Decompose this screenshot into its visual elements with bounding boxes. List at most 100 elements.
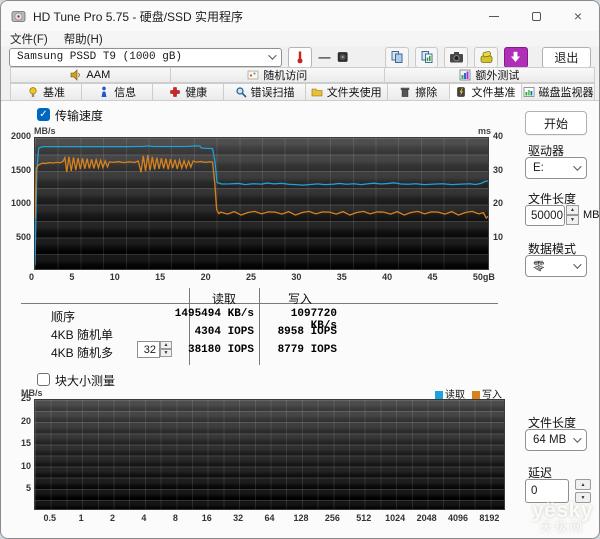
temperature-value: —: [318, 50, 331, 64]
axis-tick: 16: [191, 513, 222, 523]
bulb-icon: [27, 86, 39, 98]
tab-error-scan[interactable]: 错误扫描: [223, 83, 306, 100]
tab-label: 信息: [114, 84, 136, 100]
block-size-series: [35, 400, 504, 509]
transfer-speed-checkbox[interactable]: ✓: [37, 108, 50, 121]
axis-tick: 1000: [3, 198, 31, 208]
copy-icon: [390, 50, 404, 64]
start-button[interactable]: 开始: [525, 111, 587, 135]
tab-health[interactable]: 健康: [152, 83, 224, 100]
transfer-speed-chart: [34, 137, 489, 270]
spinner-down-icon[interactable]: ▼: [575, 492, 591, 503]
tab-label: 文件基准: [471, 84, 515, 100]
tab-random-access[interactable]: 随机访问: [170, 67, 385, 83]
info-icon: [98, 86, 110, 98]
tab-extra-tests[interactable]: 额外测试: [384, 67, 595, 83]
tab-benchmark[interactable]: 基准: [10, 83, 82, 100]
tab-aam[interactable]: AAM: [10, 67, 171, 83]
data-mode-dropdown[interactable]: 零: [525, 255, 587, 277]
axis-tick: 128: [285, 513, 316, 523]
random-single-write-value: 8958 IOPS: [263, 326, 337, 338]
table-row-label-sequential: 顺序: [51, 308, 75, 325]
window-title: HD Tune Pro 5.75 - 硬盘/SSD 实用程序: [33, 8, 243, 25]
axis-tick: 256: [317, 513, 348, 523]
transfer-speed-series: [35, 138, 488, 269]
extra-tests-icon: [459, 69, 471, 81]
axis-tick: 15: [9, 438, 31, 448]
maximize-icon: [532, 12, 541, 21]
axis-tick: 8: [160, 513, 191, 523]
menu-bar: 文件(F) 帮助(H): [1, 31, 599, 46]
tab-label: 额外测试: [475, 67, 519, 83]
close-icon: ×: [574, 9, 582, 23]
drive-dropdown[interactable]: E:: [525, 157, 587, 179]
tab-row-secondary: AAM 随机访问 额外测试: [10, 67, 594, 83]
tab-disk-monitor[interactable]: 磁盘监视器: [521, 83, 595, 100]
tab-label: 错误扫描: [251, 84, 295, 100]
table-header-read: 读取: [190, 290, 258, 307]
copy-image-button[interactable]: [415, 47, 439, 68]
drive-select-combo[interactable]: Samsung PSSD T9 (1000 gB): [9, 48, 282, 67]
spinner-down-icon[interactable]: ▼: [566, 215, 579, 225]
menu-help[interactable]: 帮助(H): [64, 31, 103, 47]
tab-folder-usage[interactable]: 文件夹使用: [305, 83, 388, 100]
tab-label: 磁盘监视器: [539, 84, 594, 100]
file-length-spinner[interactable]: ▲ ▼: [566, 205, 579, 225]
spinner-up-icon[interactable]: ▲: [575, 479, 591, 490]
disk-monitor-icon: [523, 86, 535, 98]
maximize-button[interactable]: [515, 1, 557, 31]
data-mode-value: 零: [533, 258, 545, 274]
axis-tick: 30: [291, 272, 301, 282]
exit-button[interactable]: 退出: [542, 47, 591, 68]
title-bar: HD Tune Pro 5.75 - 硬盘/SSD 实用程序 ×: [1, 1, 599, 31]
tab-info[interactable]: 信息: [81, 83, 153, 100]
axis-tick: 15: [155, 272, 165, 282]
axis-tick: 20: [493, 198, 511, 208]
axis-tick: 8192: [474, 513, 505, 523]
screenshot-button[interactable]: [444, 47, 468, 68]
app-window: HD Tune Pro 5.75 - 硬盘/SSD 实用程序 × 文件(F) 帮…: [0, 0, 600, 539]
tab-erase[interactable]: 擦除: [387, 83, 450, 100]
tab-label: 随机访问: [263, 67, 307, 83]
top-chart-y-unit-right: ms: [478, 126, 491, 136]
save-button[interactable]: [474, 47, 498, 68]
minimize-button[interactable]: [473, 1, 515, 31]
file-length-input[interactable]: 50000: [525, 205, 565, 226]
axis-tick: 35: [337, 272, 347, 282]
top-chart-y-unit-left: MB/s: [34, 126, 56, 136]
delay-spinner[interactable]: ▲ ▼: [575, 479, 591, 503]
chevron-down-icon: [573, 260, 581, 268]
magnifier-icon: [235, 86, 247, 98]
menu-file[interactable]: 文件(F): [10, 31, 48, 47]
drive-select-value: Samsung PSSD T9 (1000 gB): [17, 51, 182, 63]
block-size-checkbox[interactable]: [37, 373, 50, 386]
temperature-button[interactable]: [288, 47, 312, 68]
thermometer-icon: [294, 50, 306, 64]
tab-file-benchmark[interactable]: 文件基准: [449, 83, 522, 100]
axis-tick: 1: [65, 513, 96, 523]
axis-tick: 32: [222, 513, 253, 523]
copy-image-icon: [420, 50, 434, 64]
axis-tick: 40: [382, 272, 392, 282]
table-header-write: 写入: [260, 290, 340, 307]
delay-input[interactable]: 0: [525, 479, 569, 503]
health-cross-icon: [169, 86, 181, 98]
axis-tick: 0.5: [34, 513, 65, 523]
copy-text-button[interactable]: [385, 47, 409, 68]
file-length2-dropdown[interactable]: 64 MB: [525, 429, 587, 451]
spinner-up-icon[interactable]: ▲: [566, 205, 579, 215]
axis-tick: 512: [348, 513, 379, 523]
axis-tick: 5: [69, 272, 74, 282]
tab-row-primary: 基准 信息 健康 错误扫描 文件夹使用: [10, 83, 594, 100]
bottom-chart-y-axis: 252015105: [9, 393, 31, 493]
close-button[interactable]: ×: [557, 1, 599, 31]
axis-tick: 2048: [411, 513, 442, 523]
axis-tick: 2000: [3, 131, 31, 141]
axis-tick: 64: [254, 513, 285, 523]
file-benchmark-icon: [455, 86, 467, 98]
axis-tick: 4096: [442, 513, 473, 523]
series-读取: [35, 146, 488, 265]
axis-tick: 25: [246, 272, 256, 282]
axis-tick: 10: [493, 232, 511, 242]
download-button[interactable]: [504, 47, 528, 68]
